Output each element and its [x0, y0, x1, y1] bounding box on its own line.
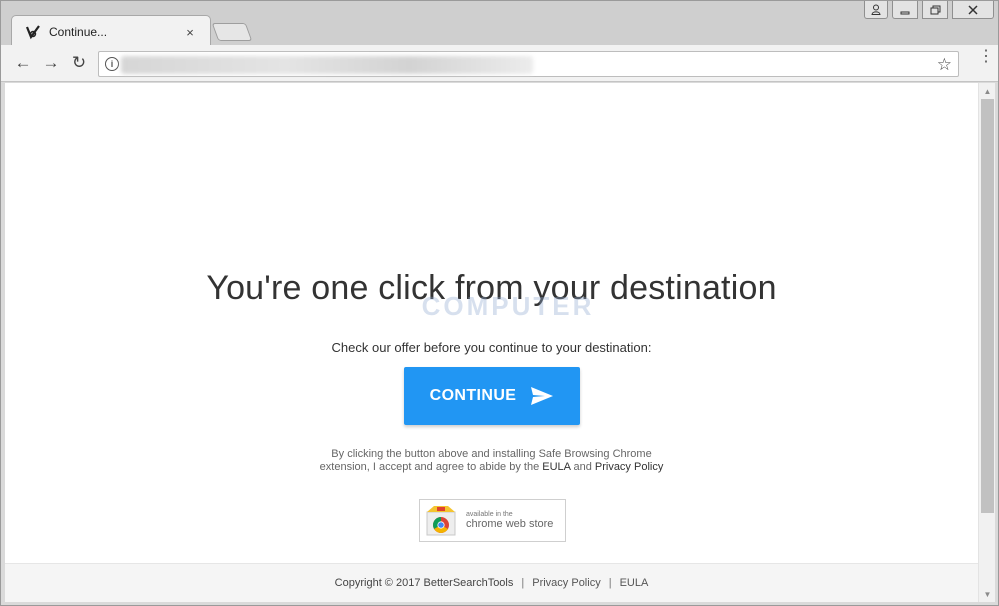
send-arrow-icon — [531, 387, 554, 405]
footer-separator: | — [521, 577, 525, 589]
reload-icon[interactable]: ↻ — [69, 53, 89, 73]
chrome-web-store-badge[interactable]: available in the chrome web store — [419, 499, 566, 542]
tab-strip: Continue... × — [1, 1, 998, 45]
blurred-url — [121, 56, 533, 74]
page-content: You're one click from your destination C… — [5, 83, 978, 602]
disclaimer-line-1: By clicking the button above and install… — [331, 448, 652, 460]
continue-button-label: CONTINUE — [429, 387, 517, 404]
minimize-icon[interactable] — [892, 1, 918, 19]
browser-window: Continue... × ← → ↻ i ☆ ⋮ You're one cli… — [0, 0, 999, 606]
address-bar[interactable]: i ☆ — [98, 51, 959, 77]
store-badge-text: available in the chrome web store — [466, 511, 553, 530]
store-badge-small-text: available in the — [466, 511, 513, 518]
site-info-icon[interactable]: i — [105, 57, 119, 71]
close-icon[interactable] — [952, 1, 994, 19]
scroll-up-arrow-icon[interactable]: ▲ — [979, 83, 996, 99]
window-controls — [864, 1, 994, 19]
footer-privacy-link[interactable]: Privacy Policy — [532, 577, 600, 589]
back-arrow-icon[interactable]: ← — [13, 53, 33, 73]
footer-separator: | — [608, 577, 612, 589]
vertical-scrollbar[interactable]: ▲ ▼ — [978, 83, 995, 602]
disclaimer-line-2-text: extension, I accept and agree to abide b… — [319, 461, 543, 473]
scroll-down-arrow-icon[interactable]: ▼ — [979, 586, 996, 602]
continue-button[interactable]: CONTINUE — [404, 367, 580, 425]
tick-logo-icon — [25, 24, 41, 40]
store-badge-big-text: chrome web store — [466, 518, 554, 530]
footer-eula-link[interactable]: EULA — [620, 577, 649, 589]
footer-copyright: Copyright © 2017 BetterSearchTools — [334, 577, 514, 589]
new-tab-button[interactable] — [211, 23, 253, 41]
disclaimer-and-text: and — [570, 461, 595, 473]
user-icon[interactable] — [864, 1, 888, 19]
disclaimer-eula-link[interactable]: EULA — [542, 461, 570, 473]
scrollbar-thumb[interactable] — [981, 99, 994, 513]
tab-title: Continue... — [49, 25, 108, 39]
tab-continue[interactable]: Continue... × — [19, 19, 204, 45]
watermark-text: COMPUTER — [421, 291, 595, 321]
kebab-menu-icon[interactable]: ⋮ — [978, 49, 994, 65]
chrome-web-store-logo-icon — [426, 505, 456, 535]
browser-toolbar: ← → ↻ i ☆ ⋮ — [1, 45, 998, 82]
tab-close-icon[interactable]: × — [182, 24, 198, 40]
disclaimer-privacy-link[interactable]: Privacy Policy — [595, 461, 663, 473]
install-disclaimer: By clicking the button above and install… — [5, 448, 978, 474]
disclaimer-line-2: extension, I accept and agree to abide b… — [5, 461, 978, 474]
maximize-icon[interactable] — [922, 1, 948, 19]
offer-subline: Check our offer before you continue to y… — [331, 340, 652, 355]
forward-arrow-icon[interactable]: → — [41, 53, 61, 73]
bookmark-star-icon[interactable]: ☆ — [937, 55, 952, 75]
page-footer: Copyright © 2017 BetterSearchTools | Pri… — [5, 563, 978, 602]
